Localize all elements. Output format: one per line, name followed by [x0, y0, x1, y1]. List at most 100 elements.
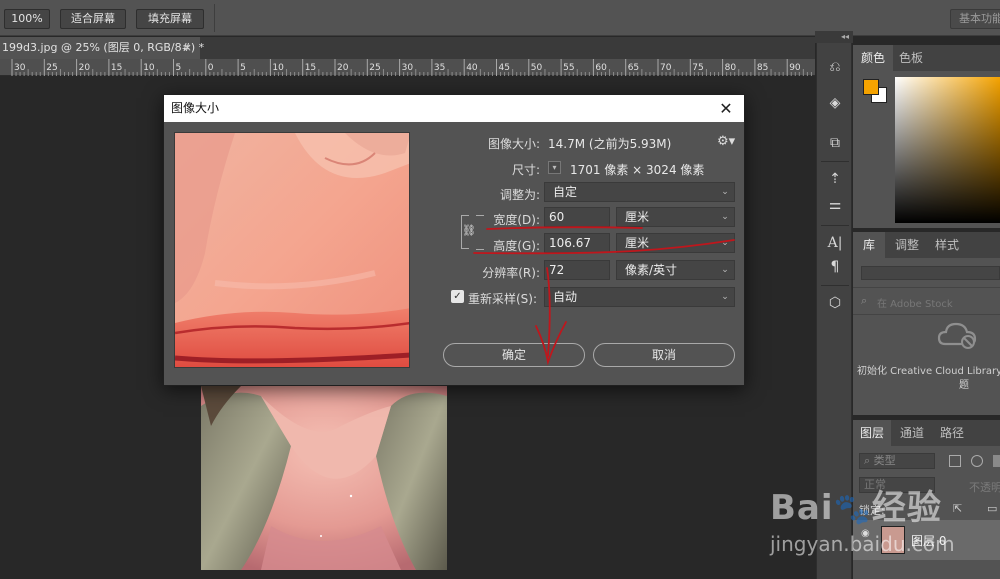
lock-position-icon[interactable]: ⇱: [953, 502, 962, 515]
library-dropdown[interactable]: [861, 266, 1000, 280]
dialog-title: 图像大小: [171, 101, 220, 115]
ruler-tick-label: 65: [628, 63, 639, 73]
close-icon[interactable]: ✕: [716, 95, 736, 122]
properties-icon[interactable]: ◈: [825, 93, 845, 113]
resample-label: 重新采样(S):: [468, 292, 538, 306]
height-unit-select[interactable]: 厘米 ⌄: [616, 233, 735, 253]
width-label: 宽度(D):: [493, 213, 540, 227]
brush-settings-icon[interactable]: ⇡: [825, 169, 845, 189]
ruler-tick-label: 15: [305, 63, 316, 73]
library-init-tail: 题: [959, 380, 969, 391]
ruler-tick-label: 85: [757, 63, 768, 73]
chevron-down-icon: ⌄: [721, 212, 729, 222]
gear-icon[interactable]: ⚙▾: [717, 134, 735, 149]
ruler-tick-label: 35: [434, 63, 445, 73]
tab-channels[interactable]: 通道: [893, 420, 931, 446]
ok-button[interactable]: 确定: [443, 343, 585, 367]
ruler-tick-label: 5: [240, 63, 246, 73]
close-tab-icon[interactable]: ×: [183, 37, 192, 59]
ruler-tick-label: 25: [46, 63, 57, 73]
chevron-down-icon: ⌄: [721, 265, 729, 275]
lock-all-icon[interactable]: ▭: [987, 502, 997, 515]
ruler-tick-label: 30: [14, 63, 26, 73]
ruler-tick-label: 20: [337, 63, 349, 73]
dimensions-value: 1701 像素 × 3024 像素: [570, 163, 705, 177]
ruler-tick-label: 10: [143, 63, 155, 73]
ruler-tick-label: 15: [111, 63, 122, 73]
layer-comps-icon[interactable]: ⧉: [825, 133, 845, 153]
creative-cloud-icon: [937, 320, 977, 350]
ruler-tick-label: 25: [369, 63, 380, 73]
width-input[interactable]: 60: [544, 207, 610, 227]
image-preview[interactable]: [174, 132, 410, 368]
paragraph-icon[interactable]: ¶: [825, 257, 845, 277]
resample-select[interactable]: 自动 ⌄: [544, 287, 735, 307]
ruler-tick-label: 45: [499, 63, 510, 73]
tab-swatches[interactable]: 色板: [893, 45, 929, 71]
foreground-color-swatch[interactable]: [863, 79, 879, 95]
workspace-switcher[interactable]: 基本功能: [950, 9, 1000, 29]
character-icon[interactable]: A|: [825, 233, 845, 253]
filter-pixel-icon[interactable]: [949, 455, 961, 467]
color-spectrum-picker[interactable]: [895, 77, 1000, 223]
3d-icon[interactable]: ⬡: [825, 293, 845, 313]
image-size-label: 图像大小:: [487, 137, 540, 151]
tab-adjustments[interactable]: 调整: [887, 232, 927, 258]
resample-value: 自动: [553, 290, 578, 304]
image-size-value: 14.7M (之前为5.93M): [548, 137, 672, 151]
resolution-input[interactable]: 72: [544, 260, 610, 280]
chevron-down-icon: ⌄: [721, 238, 729, 248]
dimensions-label: 尺寸:: [511, 163, 540, 177]
layer-filter-select[interactable]: ⌕ 类型: [859, 453, 935, 469]
resolution-unit-select[interactable]: 像素/英寸 ⌄: [616, 260, 735, 280]
fill-screen-button[interactable]: 填充屏幕: [136, 9, 204, 29]
height-unit-value: 厘米: [625, 236, 650, 250]
tab-library[interactable]: 库: [853, 232, 885, 258]
cancel-button[interactable]: 取消: [593, 343, 735, 367]
height-label: 高度(G):: [493, 239, 540, 253]
width-unit-select[interactable]: 厘米 ⌄: [616, 207, 735, 227]
panel-collapse-bar[interactable]: ◂◂: [815, 31, 853, 43]
library-panel: 库 调整 样式 ⌕ 在 Adobe Stock 初始化 Creative Clo…: [853, 232, 1000, 415]
fit-to-select[interactable]: 自定 ⌄: [544, 182, 735, 202]
filter-type-icon[interactable]: [993, 455, 1000, 467]
ruler-tick-label: 20: [79, 63, 91, 73]
ruler-tick-label: 55: [563, 63, 574, 73]
tab-layers[interactable]: 图层: [853, 420, 891, 446]
filter-adjust-icon[interactable]: [971, 455, 983, 467]
tab-styles[interactable]: 样式: [927, 232, 967, 258]
adjust-sliders-icon[interactable]: ⚌: [825, 195, 845, 215]
tab-paths[interactable]: 路径: [933, 420, 971, 446]
ruler-tick-label: 30: [402, 63, 414, 73]
library-search-bar[interactable]: ⌕ 在 Adobe Stock: [853, 287, 1000, 315]
image-size-dialog: 图像大小 ✕ 图像大小: 14.7M (之前为5.93M) ⚙▾ 尺寸: ▾ 1…: [163, 94, 745, 386]
zoom-100-button[interactable]: 100%: [4, 9, 50, 29]
ruler-ticks: 30 25 20 15 10 5 0 5 10 15 20 25 30 35 40 45 50 55 60 65 70 7…: [11, 59, 812, 76]
color-panel: 颜色 色板: [853, 45, 1000, 228]
document-tab[interactable]: 199d3.jpg @ 25% (图层 0, RGB/8#) * ×: [0, 37, 204, 59]
fit-screen-button[interactable]: 适合屏幕: [60, 9, 126, 29]
resample-checkbox[interactable]: ✓: [451, 290, 464, 303]
history-icon[interactable]: ⎌: [825, 57, 845, 77]
search-icon: ⌕: [864, 454, 874, 467]
resolution-unit-value: 像素/英寸: [625, 263, 678, 277]
separator: [821, 225, 849, 226]
ruler-tick-label: 70: [660, 63, 672, 73]
ruler-tick-label: 40: [466, 63, 478, 73]
separator: [821, 285, 849, 286]
ruler-tick-label: 5: [176, 63, 182, 73]
fit-to-label: 调整为:: [499, 188, 540, 202]
tab-color[interactable]: 颜色: [853, 45, 893, 71]
baidu-watermark-logo: Bai🐾经验: [770, 488, 942, 528]
resolution-label: 分辨率(R):: [482, 266, 540, 280]
document-tab-bar: 199d3.jpg @ 25% (图层 0, RGB/8#) * ×: [0, 37, 815, 59]
dialog-title-bar: 图像大小 ✕: [164, 95, 744, 122]
ruler-tick-label: 80: [725, 63, 737, 73]
ruler-tick-label: 90: [789, 63, 801, 73]
chevron-down-icon: ⌄: [721, 187, 729, 197]
dimensions-dropdown-icon[interactable]: ▾: [548, 161, 561, 174]
layer-filter-label: 类型: [873, 454, 896, 467]
baidu-watermark-url: jingyan.baidu.com: [770, 532, 955, 556]
fit-to-value: 自定: [553, 185, 578, 199]
height-input[interactable]: 106.67: [544, 233, 610, 253]
